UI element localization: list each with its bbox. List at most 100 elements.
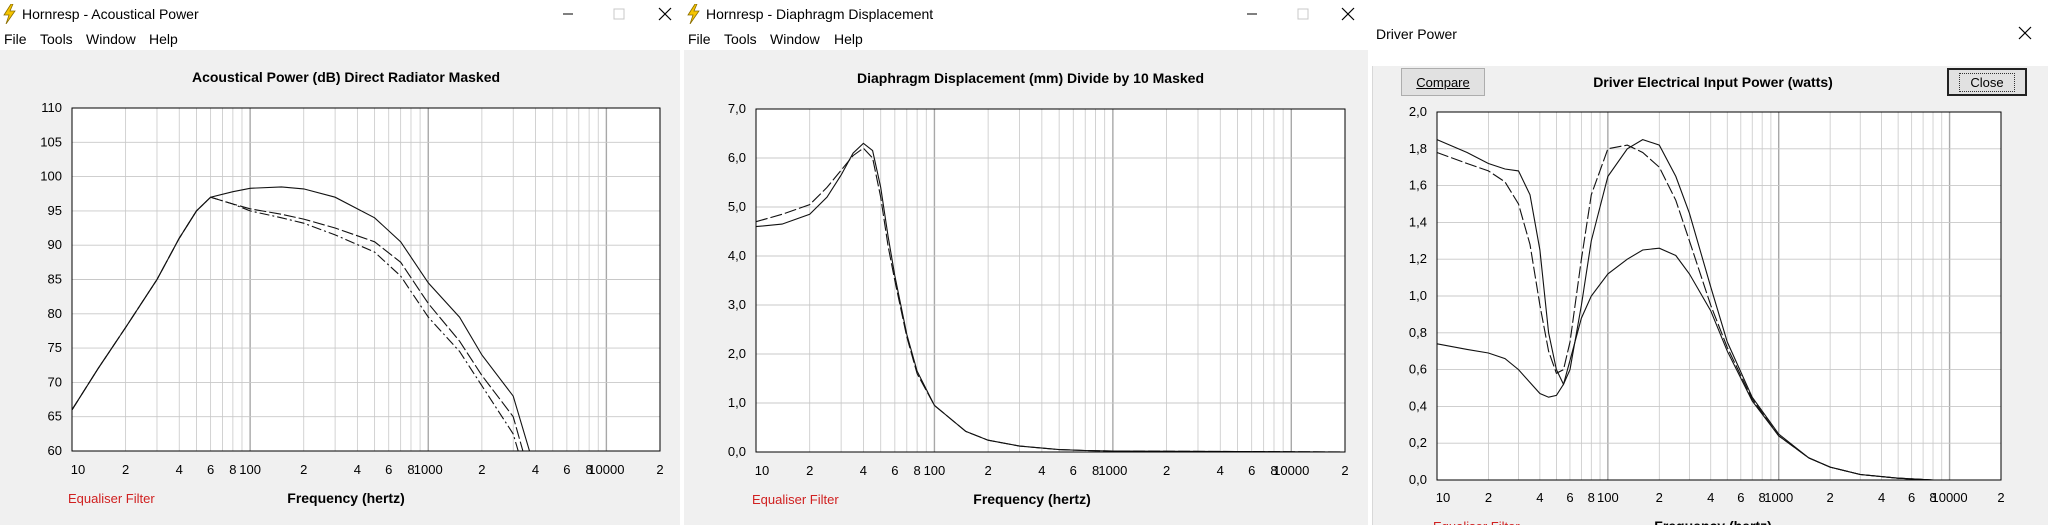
menu-file[interactable]: File	[688, 31, 711, 47]
x-tick-label: 1000	[1764, 490, 1793, 505]
title-bar[interactable]: Hornresp - Diaphragm Displacement	[684, 0, 1368, 28]
y-tick-label: 2,0	[728, 346, 746, 361]
menu-window[interactable]: Window	[86, 31, 136, 47]
y-tick-label: 0,8	[1409, 325, 1427, 340]
equaliser-filter-label: Equaliser Filter	[752, 492, 839, 507]
x-tick-label: 2	[1341, 463, 1348, 478]
x-tick-label: 10000	[588, 462, 624, 477]
y-tick-label: 0,2	[1409, 435, 1427, 450]
x-tick-label: 4	[1217, 463, 1224, 478]
x-tick-label: 2	[300, 462, 307, 477]
y-tick-label: 105	[40, 134, 62, 149]
y-tick-label: 80	[48, 306, 62, 321]
equaliser-filter-label: Equaliser Filter	[1433, 519, 1520, 525]
maximize-icon[interactable]	[1288, 1, 1318, 27]
close-icon[interactable]	[2010, 20, 2040, 46]
y-tick-label: 5,0	[728, 199, 746, 214]
diaphragm-displacement-chart: 7,06,05,04,03,02,01,00,010 2 4 6 8 100 2 4 6 8 100…	[728, 70, 1349, 507]
x-tick-label: 100	[239, 462, 261, 477]
y-tick-label: 1,2	[1409, 251, 1427, 266]
menu-help[interactable]: Help	[149, 31, 178, 47]
close-icon[interactable]	[650, 1, 680, 27]
y-tick-label: 70	[48, 374, 62, 389]
chart-title: Driver Electrical Input Power (watts)	[1593, 74, 1833, 90]
x-tick-label: 6	[1248, 463, 1255, 478]
y-tick-label: 0,6	[1409, 362, 1427, 377]
plot-area	[756, 109, 1345, 452]
y-tick-label: 85	[48, 272, 62, 287]
x-tick-label: 100	[924, 463, 946, 478]
menu-tools[interactable]: Tools	[724, 31, 757, 47]
y-tick-label: 1,0	[728, 395, 746, 410]
x-tick-label: 6	[891, 463, 898, 478]
menu-file[interactable]: File	[4, 31, 27, 47]
y-tick-label: 1,4	[1409, 214, 1427, 229]
hornresp-lightning-icon	[687, 4, 700, 24]
driver-power-chart-area: 2,0 1,8 1,6 1,4 1,2 1,0 0,8 0,6 0,4 0,2 0,0 10 2 4 6 8 1…	[1372, 66, 2048, 525]
x-tick-label: 8	[914, 463, 921, 478]
x-tick-label: 4	[1038, 463, 1045, 478]
x-tick-label: 10	[1436, 490, 1450, 505]
menu-window[interactable]: Window	[770, 31, 820, 47]
x-axis-label: Frequency (hertz)	[287, 490, 404, 506]
title-bar[interactable]: Hornresp - Acoustical Power	[0, 0, 680, 28]
menu-tools[interactable]: Tools	[40, 31, 73, 47]
x-tick-label: 10000	[1931, 490, 1967, 505]
menu-bar: File Tools Window Help	[0, 28, 680, 50]
x-tick-label: 1000	[1098, 463, 1127, 478]
y-tick-label: 90	[48, 237, 62, 252]
x-tick-label: 10000	[1273, 463, 1309, 478]
window-title: Hornresp - Acoustical Power	[22, 6, 199, 22]
y-tick-label: 3,0	[728, 297, 746, 312]
y-tick-label: 2,0	[1409, 104, 1427, 119]
x-tick-label: 2	[1485, 490, 1492, 505]
x-tick-label: 6	[207, 462, 214, 477]
menu-help[interactable]: Help	[834, 31, 863, 47]
x-axis-label: Frequency (hertz)	[1654, 518, 1771, 525]
x-axis-label: Frequency (hertz)	[973, 491, 1090, 507]
x-tick-label: 6	[385, 462, 392, 477]
x-tick-label: 4	[532, 462, 539, 477]
x-tick-label: 6	[1070, 463, 1077, 478]
diaphragm-displacement-chart-area: 7,0 6,0 5,0 4,0 3,0 2,0 1,0 0,0 10 2 4 6 8 100 2 4 6 8 100…	[684, 52, 1368, 525]
x-tick-label: 100	[1597, 490, 1619, 505]
y-tick-label: 60	[48, 443, 62, 458]
x-tick-label: 6	[1737, 490, 1744, 505]
window-title: Driver Power	[1376, 26, 1457, 42]
x-tick-label: 4	[1707, 490, 1714, 505]
x-tick-label: 2	[656, 462, 663, 477]
acoustical-power-chart: 110105100959085807570656010 2 4 6 8 100 2 4 6 8 10…	[40, 69, 663, 506]
diaphragm-displacement-window: Hornresp - Diaphragm Displacement File T…	[684, 0, 1368, 525]
y-tick-label: 0,0	[1409, 472, 1427, 487]
y-tick-label: 110	[41, 100, 62, 115]
x-tick-label: 2	[806, 463, 813, 478]
equaliser-filter-label: Equaliser Filter	[68, 491, 155, 506]
close-icon[interactable]	[1333, 1, 1363, 27]
y-tick-label: 95	[48, 203, 62, 218]
y-tick-label: 1,6	[1409, 178, 1427, 193]
minimize-icon[interactable]	[553, 1, 583, 27]
driver-power-chart: 2,01,81,61,41,21,00,80,60,40,20,010 2 4 6 8 1…	[1409, 74, 2005, 525]
y-tick-label: 4,0	[728, 248, 746, 263]
x-tick-label: 10	[71, 462, 85, 477]
x-tick-label: 4	[354, 462, 361, 477]
acoustical-power-window: Hornresp - Acoustical Power File Tools W…	[0, 0, 680, 525]
x-tick-label: 8	[1588, 490, 1595, 505]
y-tick-label: 7,0	[728, 101, 746, 116]
x-tick-label: 6	[1908, 490, 1915, 505]
x-tick-label: 4	[860, 463, 867, 478]
x-tick-label: 4	[1536, 490, 1543, 505]
acoustical-power-chart-area: 110 105 100 95 90 85 80 75 70 65 60 10 2 4 6 8 100 2 4 6 8 10…	[0, 52, 680, 525]
dialog-header: Driver Power	[1372, 0, 2048, 66]
driver-power-window: Driver Power 2,0 1,8 1,6 1,4 1,2 1,0 0,8 0,6 0,4…	[1372, 0, 2048, 525]
x-tick-label: 8	[229, 462, 236, 477]
close-button-label: Close	[1959, 72, 2015, 92]
x-tick-label: 1000	[414, 462, 443, 477]
compare-button[interactable]: Compare	[1401, 68, 1485, 96]
x-tick-label: 2	[1827, 490, 1834, 505]
x-tick-label: 2	[478, 462, 485, 477]
close-button[interactable]: Close	[1947, 68, 2027, 96]
maximize-icon[interactable]	[604, 1, 634, 27]
y-tick-label: 1,8	[1409, 141, 1427, 156]
minimize-icon[interactable]	[1237, 1, 1267, 27]
